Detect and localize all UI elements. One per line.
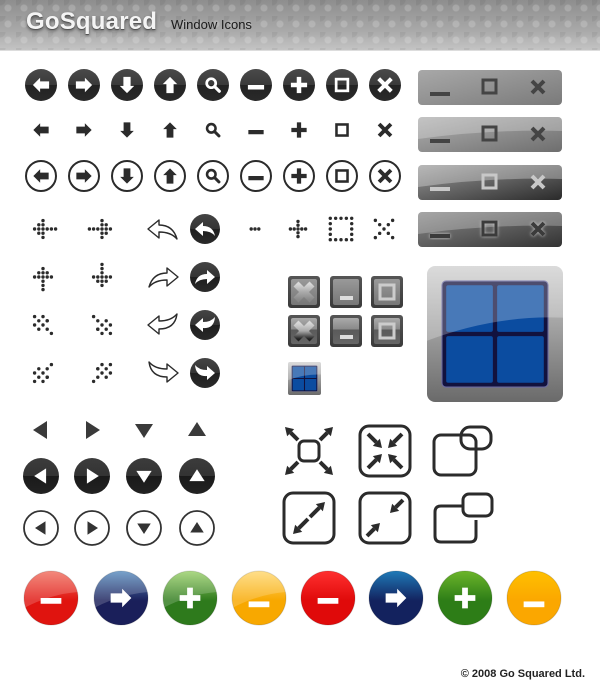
color-arrow-right-button-6[interactable]: [368, 570, 424, 626]
square-close-button[interactable]: [288, 315, 320, 347]
arrow-down-icon[interactable]: [110, 159, 144, 193]
solid-curved-arrow-forward-alt-icon[interactable]: [189, 357, 221, 389]
square-minimize-button[interactable]: [330, 315, 362, 347]
arrow-left-icon[interactable]: [24, 113, 58, 147]
close-icon[interactable]: [368, 113, 402, 147]
triangle-left-icon[interactable]: [23, 412, 59, 448]
dotted-arrow-down-icon[interactable]: [82, 257, 122, 297]
dotted-arrow-up-left-icon[interactable]: [23, 305, 63, 345]
triangle-left-icon[interactable]: [23, 510, 59, 546]
expand-diagonal-boxed-icon[interactable]: [282, 491, 345, 545]
plus-icon[interactable]: [282, 113, 316, 147]
arrow-up-icon[interactable]: [153, 68, 187, 102]
square-maximize-button[interactable]: [371, 315, 403, 347]
minus-icon[interactable]: [239, 159, 273, 193]
dotted-arrow-left-icon[interactable]: [23, 209, 63, 249]
dotted-arrow-down-right-icon[interactable]: [82, 305, 122, 345]
plus-icon[interactable]: [282, 159, 316, 193]
arrow-up-icon[interactable]: [153, 113, 187, 147]
triangle-down-icon[interactable]: [126, 510, 162, 546]
color-plus-button-3[interactable]: [162, 568, 218, 626]
outline-curved-arrow-back-alt-icon[interactable]: [143, 309, 183, 341]
restore-windows-offset-icon[interactable]: [432, 492, 494, 544]
triangle-right-icon[interactable]: [74, 412, 110, 448]
triangle-up-icon[interactable]: [179, 412, 215, 448]
arrow-right-icon[interactable]: [67, 68, 101, 102]
arrow-left-icon[interactable]: [24, 68, 58, 102]
close-icon[interactable]: [368, 68, 402, 102]
dotted-arrow-right-icon[interactable]: [82, 209, 122, 249]
triangle-up-icon[interactable]: [179, 510, 215, 546]
arrow-left-icon[interactable]: [24, 159, 58, 193]
triangle-right-icon[interactable]: [74, 458, 110, 494]
square-close-button[interactable]: [288, 276, 320, 308]
page-subtitle: Window Icons: [171, 17, 252, 32]
restore-windows-overlap-icon[interactable]: [432, 425, 494, 477]
collapse-diagonal-boxed-icon[interactable]: [358, 491, 421, 545]
color-minus-button-5[interactable]: [300, 570, 356, 626]
minus-icon[interactable]: [239, 68, 273, 102]
dotted-plus-icon[interactable]: [280, 211, 316, 247]
maximize-icon[interactable]: [325, 113, 359, 147]
windows-logo-small-icon[interactable]: [288, 362, 321, 395]
triangle-down-icon[interactable]: [126, 412, 162, 448]
solid-curved-arrow-back-icon[interactable]: [189, 213, 221, 245]
color-minus-low-button-4[interactable]: [231, 568, 287, 626]
dotted-square-icon[interactable]: [323, 211, 359, 247]
maximize-icon[interactable]: [325, 68, 359, 102]
minimize-icon[interactable]: [430, 92, 450, 96]
window-bar-glossy-dark: [418, 165, 562, 200]
outline-curved-arrow-back-icon[interactable]: [143, 213, 183, 245]
minimize-icon[interactable]: [430, 139, 450, 143]
windows-logo-large-icon[interactable]: [427, 266, 563, 402]
maximize-icon[interactable]: [325, 159, 359, 193]
arrow-down-icon[interactable]: [110, 68, 144, 102]
search-icon[interactable]: [196, 68, 230, 102]
window-bar-glossy-dark-glow: [418, 212, 562, 247]
search-icon[interactable]: [196, 113, 230, 147]
search-icon[interactable]: [196, 159, 230, 193]
minimize-icon[interactable]: [430, 187, 450, 191]
triangle-right-icon[interactable]: [74, 510, 110, 546]
triangle-down-icon[interactable]: [126, 458, 162, 494]
expand-arrows-icon[interactable]: [283, 425, 345, 477]
color-minus-low-button-8[interactable]: [506, 570, 562, 626]
outline-curved-arrow-forward-alt-icon[interactable]: [143, 357, 183, 389]
minimize-icon[interactable]: [430, 234, 450, 238]
plus-icon[interactable]: [282, 68, 316, 102]
minus-icon[interactable]: [239, 113, 273, 147]
header-banner: GoSquared Window Icons: [0, 0, 600, 51]
arrow-down-icon[interactable]: [110, 113, 144, 147]
triangle-left-icon[interactable]: [23, 458, 59, 494]
square-minimize-button[interactable]: [330, 276, 362, 308]
collapse-arrows-boxed-icon[interactable]: [358, 424, 421, 478]
arrow-right-icon[interactable]: [67, 159, 101, 193]
color-plus-button-7[interactable]: [437, 570, 493, 626]
color-arrow-right-button-2[interactable]: [93, 568, 149, 626]
close-icon[interactable]: [368, 159, 402, 193]
copyright-text: © 2008 Go Squared Ltd.: [460, 668, 585, 680]
window-bar-glossy-grey: [418, 117, 562, 152]
window-bar-flat-grey: [418, 70, 562, 105]
solid-curved-arrow-forward-icon[interactable]: [189, 261, 221, 293]
triangle-up-icon[interactable]: [179, 458, 215, 494]
dotted-arrow-up-icon[interactable]: [23, 257, 63, 297]
dotted-minimize-icon[interactable]: [237, 211, 273, 247]
color-minus-button-1[interactable]: [23, 568, 79, 626]
square-maximize-button[interactable]: [371, 276, 403, 308]
solid-curved-arrow-back-alt-icon[interactable]: [189, 309, 221, 341]
dotted-close-icon[interactable]: [366, 211, 402, 247]
dotted-arrow-down-left-icon[interactable]: [23, 353, 63, 393]
dotted-arrow-up-right-icon[interactable]: [82, 353, 122, 393]
arrow-right-icon[interactable]: [67, 113, 101, 147]
outline-curved-arrow-forward-icon[interactable]: [143, 261, 183, 293]
brand-logo: GoSquared: [26, 8, 158, 35]
arrow-up-icon[interactable]: [153, 159, 187, 193]
